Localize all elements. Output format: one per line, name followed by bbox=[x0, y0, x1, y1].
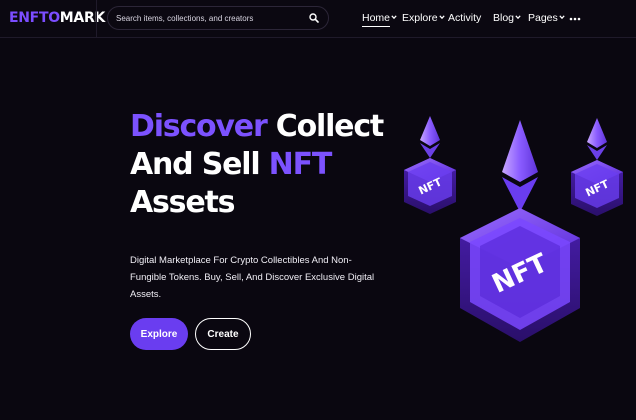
logo-rest: MARK bbox=[59, 10, 106, 26]
create-button-label: Create bbox=[207, 328, 239, 340]
top-navbar: ENFTOMARK Home Explore Activity Blog Pag… bbox=[0, 0, 636, 38]
hero-description: Digital Marketplace For Crypto Collectib… bbox=[130, 255, 375, 300]
chevron-down-icon bbox=[559, 15, 565, 20]
navbar-divider bbox=[96, 0, 97, 38]
logo-accent: ENFTO bbox=[9, 10, 60, 26]
search-icon[interactable] bbox=[309, 13, 319, 23]
nav-item-explore[interactable]: Explore bbox=[402, 12, 445, 24]
nav-blog-label: Blog bbox=[493, 12, 515, 24]
hero-title-collect: Collect bbox=[266, 109, 384, 144]
chevron-down-icon bbox=[515, 15, 521, 20]
hero-title: Discover Collect And Sell NFT Assets bbox=[130, 108, 390, 222]
hero-title-assets: Assets bbox=[130, 185, 235, 220]
nft-token-small-right-icon: NFT bbox=[571, 118, 623, 216]
explore-button-label: Explore bbox=[140, 328, 178, 340]
search-input[interactable] bbox=[116, 10, 306, 26]
nav-home-label: Home bbox=[362, 12, 391, 27]
nav-item-blog[interactable]: Blog bbox=[493, 12, 521, 24]
hero-title-and-sell: And Sell bbox=[130, 147, 269, 182]
more-dots-icon[interactable] bbox=[569, 17, 581, 21]
nav-item-activity[interactable]: Activity bbox=[448, 12, 481, 24]
nav-item-home[interactable]: Home bbox=[362, 12, 397, 27]
chevron-down-icon bbox=[438, 15, 445, 20]
nft-token-small-left-icon: NFT bbox=[404, 116, 456, 214]
chevron-down-icon bbox=[391, 15, 397, 20]
nav-item-pages[interactable]: Pages bbox=[528, 12, 565, 24]
nft-token-large-icon: NFT bbox=[460, 120, 580, 342]
create-button[interactable]: Create bbox=[195, 318, 251, 350]
ethereum-nft-illustration: NFT NFT NFT bbox=[404, 116, 623, 342]
search-bar[interactable] bbox=[107, 6, 329, 30]
nav-activity-label: Activity bbox=[448, 12, 482, 24]
hero-title-nft: NFT bbox=[268, 147, 333, 182]
hero-title-discover: Discover bbox=[130, 109, 268, 144]
explore-button[interactable]: Explore bbox=[130, 318, 188, 350]
nav-pages-label: Pages bbox=[528, 12, 558, 24]
nav-explore-label: Explore bbox=[402, 12, 438, 24]
brand-logo[interactable]: ENFTOMARK bbox=[9, 10, 105, 26]
